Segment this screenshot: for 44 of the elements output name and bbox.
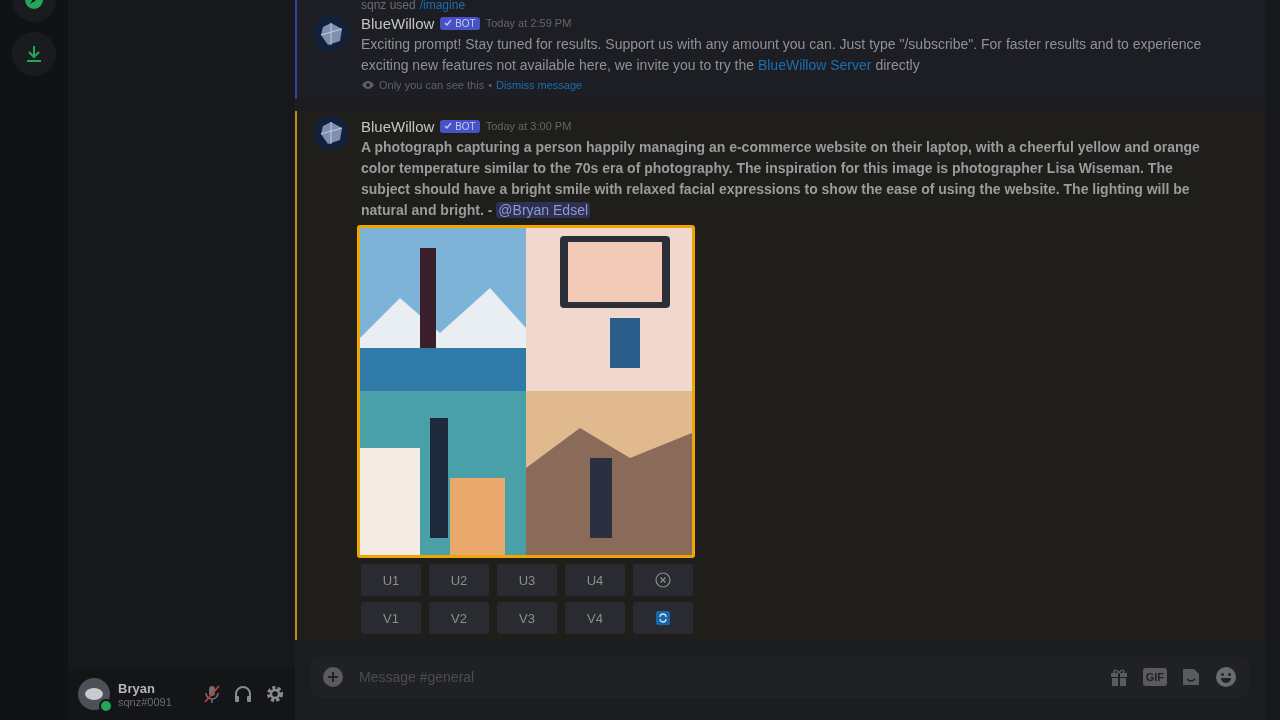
user-mention[interactable]: @Bryan Edsel (496, 202, 591, 218)
timestamp: Today at 3:00 PM (485, 120, 572, 132)
sticker-icon[interactable] (1181, 667, 1201, 687)
action-button[interactable]: U3 (497, 564, 557, 596)
refresh-icon (656, 611, 670, 625)
ephemeral-notice: Only you can see this (379, 79, 485, 91)
separator-dot: • (488, 79, 493, 91)
download-icon[interactable] (12, 32, 56, 76)
headphones-icon[interactable] (233, 684, 253, 704)
command-link[interactable]: /imagine (419, 0, 466, 12)
author-name[interactable]: BlueWillow (361, 14, 435, 32)
author-name[interactable]: BlueWillow (361, 117, 435, 135)
emoji-icon[interactable] (1215, 666, 1237, 688)
bot-badge: BOT (440, 16, 480, 30)
check-icon (444, 18, 453, 27)
prompt-text: A photograph capturing a person happily managing an e-commerce website on their laptop, with a cheerful yellow and orange color temperature similar to the 70s era of photography. The inspiration for this image is photographer Lisa Wiseman. The subject should have a bright smile with relaxed facial expressions to show the ease of using the website. The lighting will be natural and bright. - @Bryan Edsel (361, 138, 1201, 220)
action-button[interactable]: V4 (565, 602, 625, 634)
bot-badge: BOT (440, 119, 480, 133)
gift-icon[interactable] (1108, 667, 1129, 687)
user-tag: sqnz#0091 (118, 695, 195, 708)
username: Bryan (118, 680, 156, 696)
eye-icon (361, 80, 375, 90)
gif-button[interactable]: GIF (1142, 668, 1167, 686)
action-button[interactable]: V3 (497, 602, 557, 634)
action-button[interactable]: V2 (429, 602, 489, 634)
bot-avatar[interactable] (313, 16, 349, 52)
cancel-button[interactable] (633, 564, 693, 596)
timestamp: Today at 2:59 PM (485, 17, 572, 29)
add-icon[interactable] (323, 667, 343, 687)
settings-icon[interactable] (265, 684, 285, 704)
cancel-icon (655, 572, 671, 588)
message-text: Exciting prompt! Stay tuned for results. Support us with any amount you can. Just type "/subscribe". For faster results and to experience exciting new features not available here, we invite you to try the BlueWillow Server directly (361, 35, 1203, 75)
reroll-button[interactable] (633, 602, 693, 634)
reply-user: sqnz used (361, 0, 416, 12)
dismiss-link[interactable]: Dismiss message (496, 79, 583, 91)
action-button[interactable]: U1 (361, 564, 421, 596)
action-button[interactable]: U2 (429, 564, 489, 596)
bot-avatar[interactable] (313, 115, 349, 151)
action-button[interactable]: U4 (565, 564, 625, 596)
action-button[interactable]: V1 (361, 602, 421, 634)
microphone-icon[interactable] (203, 684, 221, 704)
check-icon (444, 121, 453, 130)
user-avatar[interactable] (78, 678, 110, 710)
server-link[interactable]: BlueWillow Server (757, 57, 872, 73)
